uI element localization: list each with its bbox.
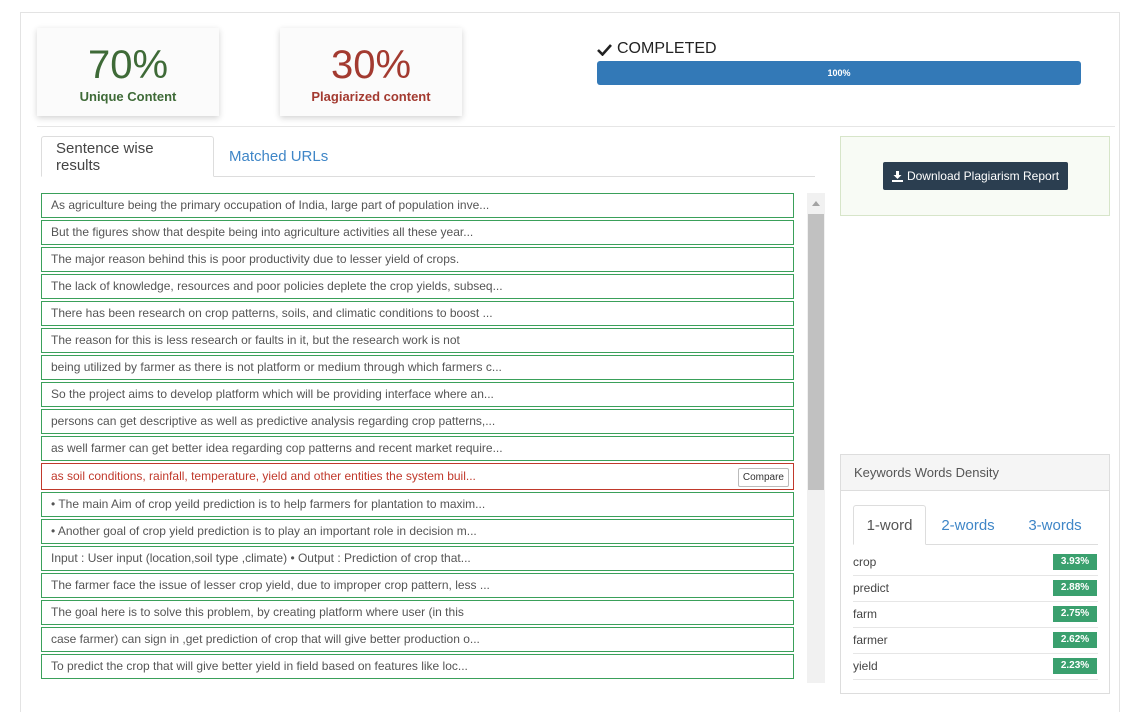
tab-3-words[interactable]: 3-words [1011,505,1099,545]
sentence-row[interactable]: Input : User input (location,soil type ,… [41,546,794,571]
sentence-row[interactable]: The goal here is to solve this problem, … [41,600,794,625]
tab-matched-urls[interactable]: Matched URLs [215,136,342,177]
plagiarized-percentage: 30% [330,43,412,87]
sentence-text: Input : User input (location,soil type ,… [51,551,471,565]
keyword-row: yield 2.23% [853,654,1098,680]
keyword-row: predict 2.88% [853,576,1098,602]
download-panel: Download Plagiarism Report [840,136,1110,216]
scrollbar-thumb[interactable] [808,214,824,490]
plagiarized-sentence-row[interactable]: as soil conditions, rainfall, temperatur… [41,463,794,490]
sentence-text: To predict the crop that will give bette… [51,659,468,673]
progress-bar: 100% [597,61,1081,85]
keyword-row: crop 3.93% [853,550,1098,576]
sentence-row[interactable]: There has been research on crop patterns… [41,301,794,326]
sentence-row[interactable]: as well farmer can get better idea regar… [41,436,794,461]
check-icon [597,43,612,56]
sentence-text: So the project aims to develop platform … [51,387,494,401]
plagiarized-content-card: 30% Plagiarized content [280,28,462,116]
download-report-button[interactable]: Download Plagiarism Report [883,162,1068,190]
sentence-text: as well farmer can get better idea regar… [51,441,503,455]
sentence-text: as soil conditions, rainfall, temperatur… [51,469,476,483]
sentence-text: The reason for this is less research or … [51,333,460,347]
sentence-text: The goal here is to solve this problem, … [51,605,464,619]
sentence-text: As agriculture being the primary occupat… [51,198,490,212]
keyword-word: predict [853,581,890,595]
sentence-text: The lack of knowledge, resources and poo… [51,279,503,293]
sentence-row[interactable]: As agriculture being the primary occupat… [41,193,794,218]
sentence-text: The farmer face the issue of lesser crop… [51,578,490,592]
sentence-text: being utilized by farmer as there is not… [51,360,502,374]
tab-1-word[interactable]: 1-word [853,505,926,545]
keyword-density-title: Keywords Words Density [841,455,1109,491]
keyword-density-badge: 2.75% [1053,606,1097,622]
sentence-text: • Another goal of crop yield prediction … [51,524,477,538]
sentence-row[interactable]: But the figures show that despite being … [41,220,794,245]
keyword-word: yield [853,659,878,673]
sentence-row[interactable]: The major reason behind this is poor pro… [41,247,794,272]
sentence-text: case farmer) can sign in ,get prediction… [51,632,480,646]
keyword-density-badge: 3.93% [1053,554,1097,570]
unique-percentage: 70% [87,43,169,87]
sentence-row[interactable]: case farmer) can sign in ,get prediction… [41,627,794,652]
unique-label: Unique Content [79,89,177,104]
download-report-label: Download Plagiarism Report [906,169,1060,183]
sentence-row[interactable]: persons can get descriptive as well as p… [41,409,794,434]
scroll-up-arrow-icon[interactable] [807,193,825,213]
status-text: COMPLETED [617,40,717,57]
divider [37,126,1115,127]
keyword-word: crop [853,555,877,569]
sentence-row[interactable]: being utilized by farmer as there is not… [41,355,794,380]
sentence-list-scrollbar[interactable] [807,193,825,683]
keyword-density-badge: 2.88% [1053,580,1097,596]
results-tabs: Sentence wise results Matched URLs [41,136,815,177]
keyword-word: farmer [853,633,888,647]
status-indicator: COMPLETED [597,40,717,58]
sentence-row[interactable]: So the project aims to develop platform … [41,382,794,407]
tab-2-words[interactable]: 2-words [927,505,1009,545]
keyword-density-badge: 2.62% [1053,632,1097,648]
sentence-text: persons can get descriptive as well as p… [51,414,496,428]
tab-sentence-wise-results[interactable]: Sentence wise results [41,136,214,177]
keyword-word: farm [853,607,877,621]
unique-content-card: 70% Unique Content [37,28,219,116]
sentence-row[interactable]: The lack of knowledge, resources and poo… [41,274,794,299]
sentence-row[interactable]: To predict the crop that will give bette… [41,654,794,679]
sentence-row[interactable]: The reason for this is less research or … [41,328,794,353]
keyword-density-panel: Keywords Words Density 1-word 2-words 3-… [840,454,1110,694]
sentence-row[interactable]: • Another goal of crop yield prediction … [41,519,794,544]
compare-button[interactable]: Compare [737,468,789,487]
download-icon [891,170,903,182]
plagiarized-label: Plagiarized content [311,89,431,104]
sentence-text: The major reason behind this is poor pro… [51,252,460,266]
progress-fill: 100% [597,61,1081,85]
sentence-row[interactable]: The farmer face the issue of lesser crop… [41,573,794,598]
sentence-text: But the figures show that despite being … [51,225,474,239]
sentence-text: There has been research on crop patterns… [51,306,493,320]
sentence-text: • The main Aim of crop yeild prediction … [51,497,486,511]
keyword-row: farm 2.75% [853,602,1098,628]
keyword-density-badge: 2.23% [1053,658,1097,674]
keyword-tabs: 1-word 2-words 3-words [853,505,1098,545]
sentence-row[interactable]: • The main Aim of crop yeild prediction … [41,492,794,517]
keyword-row: farmer 2.62% [853,628,1098,654]
